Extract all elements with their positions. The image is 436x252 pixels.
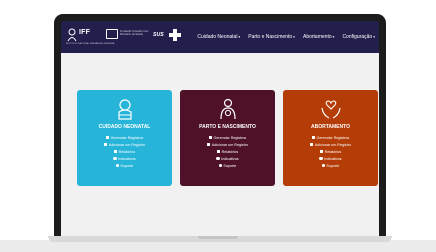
card-cuidado-neonatal: CUIDADO NEONATAL Gerenciar Registros Adi…	[77, 90, 172, 186]
nav-parto-nascimento[interactable]: Parto e Nascimento▾	[248, 34, 295, 40]
plus-square-icon	[309, 143, 314, 147]
baby-icon	[118, 99, 132, 120]
iff-logo-text: IFF	[79, 29, 91, 36]
link-label: Indicativos	[221, 157, 239, 161]
nav-cuidado-neonatal[interactable]: Cuidado Neonatal▾	[197, 34, 240, 40]
list-icon	[208, 136, 213, 140]
nav-label: Abortamento	[302, 34, 332, 40]
laptop-notch	[198, 236, 238, 239]
link-label: Adicionar um Registro	[211, 143, 249, 147]
card-parto-nascimento: PARTO E NASCIMENTO Gerenciar Registros A…	[180, 90, 275, 186]
mother-child-icon	[220, 98, 236, 120]
chart-icon	[113, 157, 117, 161]
hands-heart-icon	[321, 100, 341, 119]
link-label: Relatórios	[324, 150, 342, 154]
link-gerenciar-registros[interactable]: Gerenciar Registros	[283, 136, 378, 140]
card-title: PARTO E NASCIMENTO	[199, 124, 256, 130]
iff-logo-subtitle: INSTITUTO NACIONAL FERNANDES FIGUEIRA	[66, 43, 115, 45]
link-label: Gerenciar Registros	[316, 136, 350, 140]
chevron-down-icon: ▾	[293, 35, 295, 39]
link-label: Relatórios	[221, 150, 239, 154]
link-indicativos[interactable]: Indicativos	[180, 157, 275, 161]
chart-icon	[319, 157, 323, 161]
link-label: Suporte	[120, 164, 134, 168]
nav-label: Cuidado Neonatal	[197, 34, 238, 40]
iff-logo[interactable]: IFF INSTITUTO NACIONAL FERNANDES FIGUEIR…	[66, 28, 114, 48]
question-icon	[321, 164, 326, 168]
nav-label: Configuração	[342, 34, 373, 40]
card-title: CUIDADO NEONATAL	[98, 124, 151, 130]
plus-square-icon	[206, 143, 211, 147]
link-indicativos[interactable]: Indicativos	[77, 157, 172, 161]
nav-abortamento[interactable]: Abortamento▾	[303, 34, 334, 40]
link-label: Gerenciar Registros	[213, 136, 247, 140]
link-relatorios[interactable]: Relatórios	[283, 150, 378, 154]
link-gerenciar-registros[interactable]: Gerenciar Registros	[77, 136, 172, 140]
report-icon	[319, 150, 324, 154]
iff-mark-icon	[67, 28, 77, 42]
sus-cross-icon	[169, 29, 181, 41]
chevron-down-icon: ▾	[238, 35, 241, 39]
laptop-mockup: IFF INSTITUTO NACIONAL FERNANDES FIGUEIR…	[0, 0, 436, 252]
list-icon	[105, 136, 110, 140]
link-label: Gerenciar Registros	[110, 136, 144, 140]
report-icon	[216, 150, 221, 154]
top-navbar: IFF INSTITUTO NACIONAL FERNANDES FIGUEIR…	[61, 21, 379, 53]
link-relatorios[interactable]: Relatórios	[180, 150, 275, 154]
sus-logo-text: SUS	[153, 32, 164, 38]
link-suporte[interactable]: Suporte	[180, 164, 275, 168]
nav-label: Parto e Nascimento	[248, 34, 293, 40]
link-label: Indicativos	[118, 157, 136, 161]
link-suporte[interactable]: Suporte	[77, 164, 172, 168]
link-adicionar-registro[interactable]: Adicionar um Registro	[180, 143, 275, 147]
link-adicionar-registro[interactable]: Adicionar um Registro	[77, 143, 172, 147]
fiocruz-line-2: Ministério da Saúde	[120, 33, 143, 37]
nav-configuracao[interactable]: Configuração▾	[342, 34, 375, 40]
chevron-down-icon: ▾	[373, 35, 375, 39]
fiocruz-logo-icon	[106, 29, 118, 39]
main-nav: Cuidado Neonatal▾ Parto e Nascimento▾ Ab…	[189, 21, 375, 53]
card-title: ABORTAMENTO	[311, 124, 350, 130]
plus-square-icon	[103, 143, 108, 147]
chevron-down-icon: ▾	[332, 35, 335, 39]
link-indicativos[interactable]: Indicativos	[283, 157, 378, 161]
card-abortamento: ABORTAMENTO Gerenciar Registros Adiciona…	[283, 90, 378, 186]
link-label: Suporte	[326, 164, 340, 168]
link-label: Adicionar um Registro	[314, 143, 352, 147]
link-gerenciar-registros[interactable]: Gerenciar Registros	[180, 136, 275, 140]
link-suporte[interactable]: Suporte	[283, 164, 378, 168]
link-label: Relatórios	[118, 150, 136, 154]
link-label: Suporte	[223, 164, 237, 168]
list-icon	[311, 136, 316, 140]
app-screen: IFF INSTITUTO NACIONAL FERNANDES FIGUEIR…	[61, 21, 379, 236]
fiocruz-logo-text: Fundação Oswaldo Cruz Ministério da Saúd…	[120, 30, 149, 36]
report-icon	[113, 150, 118, 154]
link-relatorios[interactable]: Relatórios	[77, 150, 172, 154]
question-icon	[218, 164, 223, 168]
link-adicionar-registro[interactable]: Adicionar um Registro	[283, 143, 378, 147]
question-icon	[115, 164, 120, 168]
link-label: Indicativos	[324, 157, 342, 161]
link-label: Adicionar um Registro	[108, 143, 146, 147]
chart-icon	[216, 157, 220, 161]
